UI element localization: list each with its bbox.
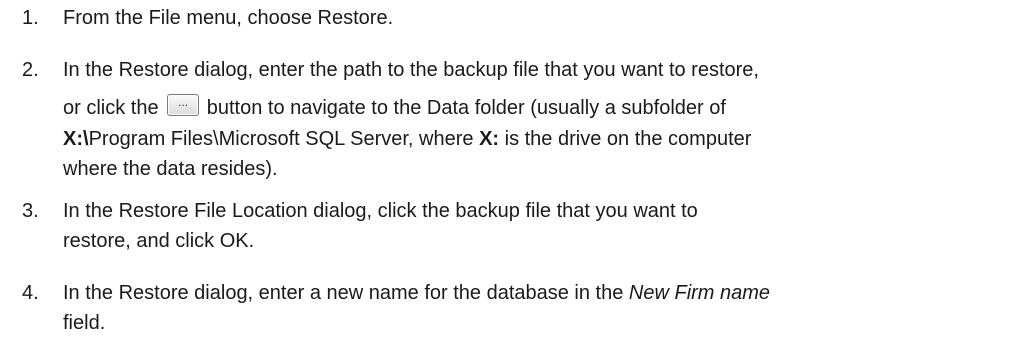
step-line: In the Restore dialog, enter the path to… xyxy=(63,59,759,81)
step-line-part: or click the xyxy=(63,97,159,119)
step-line: In the Restore dialog, enter a new name … xyxy=(63,278,1008,308)
step-text: In the Restore dialog, enter a new name … xyxy=(63,278,1008,338)
step-line: From the File menu, choose Restore. xyxy=(63,7,394,29)
step-number: 1. xyxy=(22,7,39,29)
browse-button-label: ... xyxy=(178,95,189,109)
step-line: restore, and click OK. xyxy=(63,230,255,252)
step-number: 4. xyxy=(22,282,39,304)
field-name: New Firm name xyxy=(628,282,771,304)
step-number: 3. xyxy=(22,200,39,222)
step-line-part: is the drive on the computer xyxy=(499,128,752,150)
step-line-part: button to navigate to the Data folder (u… xyxy=(206,97,726,119)
step-text: In the Restore dialog, enter the path to… xyxy=(63,55,1008,184)
step-line: X:\Program Files\Microsoft SQL Server, w… xyxy=(63,124,1008,154)
step-line-part: In the Restore dialog, enter a new name … xyxy=(63,282,629,304)
drive-letter: X: xyxy=(479,128,500,150)
browse-button-icon: ... xyxy=(167,94,200,116)
step-line: or click the ... button to navigate to t… xyxy=(63,85,1008,124)
step-number: 2. xyxy=(22,59,39,81)
step-text: From the File menu, choose Restore. xyxy=(63,3,1008,33)
drive-letter: X:\ xyxy=(63,128,89,150)
step-text: In the Restore File Location dialog, cli… xyxy=(63,196,1008,256)
step-line-part: Program Files\Microsoft SQL Server, wher… xyxy=(88,128,480,150)
step-line: In the Restore File Location dialog, cli… xyxy=(63,200,698,222)
step-line: where the data resides). xyxy=(63,158,278,180)
step-line: field. xyxy=(63,312,106,334)
